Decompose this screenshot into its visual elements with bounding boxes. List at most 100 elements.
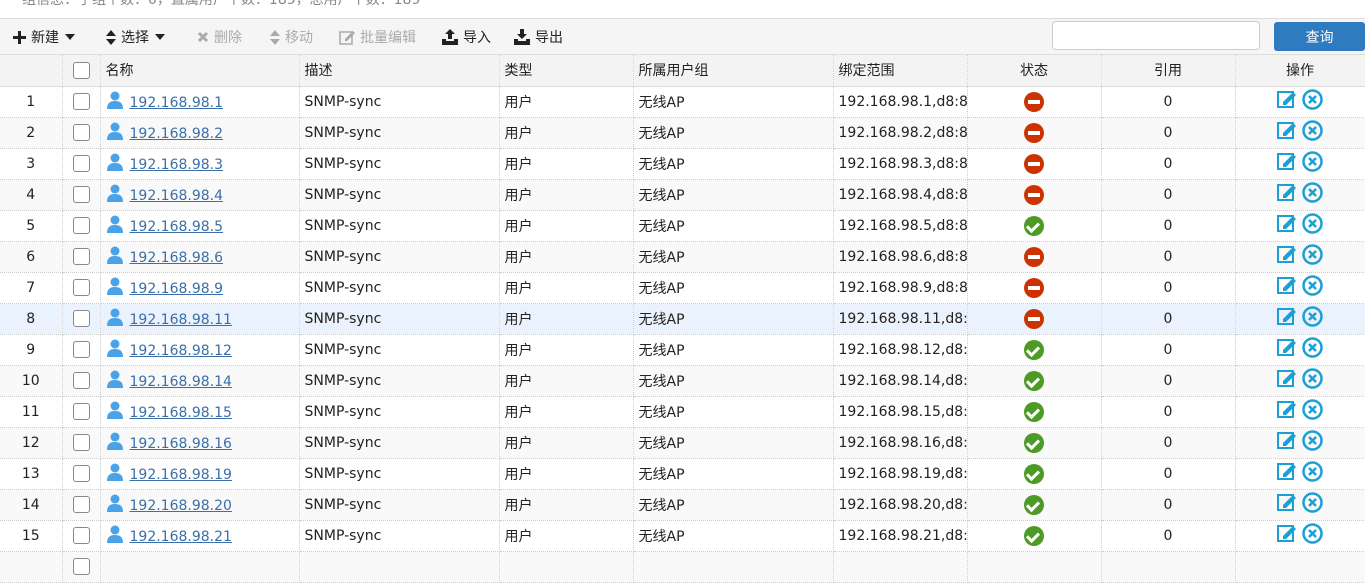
- table-row[interactable]: 1 192.168.98.1 SNMP-sync 用户 无线AP 192.168…: [0, 86, 1365, 118]
- row-checkbox[interactable]: [62, 179, 101, 211]
- user-link[interactable]: 192.168.98.16: [130, 436, 232, 452]
- header-description[interactable]: 描述: [299, 55, 500, 87]
- delete-circle-icon[interactable]: [1302, 368, 1323, 393]
- disabled-minus-icon[interactable]: [1024, 277, 1044, 298]
- move-button[interactable]: 移动: [270, 27, 313, 47]
- header-status[interactable]: 状态: [967, 55, 1102, 87]
- header-name[interactable]: 名称: [100, 55, 300, 87]
- table-row[interactable]: 15 192.168.98.21 SNMP-sync 用户 无线AP 192.1…: [0, 520, 1365, 552]
- delete-circle-icon[interactable]: [1302, 275, 1323, 300]
- enabled-check-icon[interactable]: [1024, 463, 1044, 484]
- disabled-minus-icon[interactable]: [1024, 246, 1044, 267]
- delete-circle-icon[interactable]: [1302, 151, 1323, 176]
- status-cell[interactable]: [967, 427, 1102, 459]
- status-cell[interactable]: [967, 489, 1102, 521]
- enabled-check-icon[interactable]: [1024, 525, 1044, 546]
- table-row[interactable]: 6 192.168.98.6 SNMP-sync 用户 无线AP 192.168…: [0, 241, 1365, 273]
- delete-circle-icon[interactable]: [1302, 182, 1323, 207]
- delete-circle-icon[interactable]: [1302, 492, 1323, 517]
- status-cell[interactable]: [967, 334, 1102, 366]
- row-checkbox[interactable]: [62, 303, 101, 335]
- user-link[interactable]: 192.168.98.15: [130, 405, 232, 421]
- row-checkbox[interactable]: [62, 210, 101, 242]
- edit-icon[interactable]: [1277, 523, 1297, 548]
- table-row[interactable]: 2 192.168.98.2 SNMP-sync 用户 无线AP 192.168…: [0, 117, 1365, 149]
- edit-icon[interactable]: [1277, 151, 1297, 176]
- header-range[interactable]: 绑定范围: [833, 55, 968, 87]
- user-link[interactable]: 192.168.98.6: [130, 250, 224, 266]
- query-button[interactable]: 查询: [1274, 22, 1365, 51]
- status-cell[interactable]: [967, 520, 1102, 552]
- edit-icon[interactable]: [1277, 244, 1297, 269]
- enabled-check-icon[interactable]: [1024, 494, 1044, 515]
- disabled-minus-icon[interactable]: [1024, 184, 1044, 205]
- edit-icon[interactable]: [1277, 461, 1297, 486]
- status-cell[interactable]: [967, 210, 1102, 242]
- user-link[interactable]: 192.168.98.2: [130, 126, 224, 142]
- row-checkbox[interactable]: [62, 365, 101, 397]
- batch-edit-button[interactable]: 批量编辑: [339, 27, 416, 47]
- row-checkbox[interactable]: [62, 551, 101, 583]
- delete-circle-icon[interactable]: [1302, 244, 1323, 269]
- delete-circle-icon[interactable]: [1302, 399, 1323, 424]
- delete-circle-icon[interactable]: [1302, 89, 1323, 114]
- user-link[interactable]: 192.168.98.19: [130, 467, 232, 483]
- edit-icon[interactable]: [1277, 368, 1297, 393]
- new-button[interactable]: 新建: [13, 27, 76, 47]
- status-cell[interactable]: [967, 179, 1102, 211]
- row-checkbox[interactable]: [62, 458, 101, 490]
- table-row[interactable]: 12 192.168.98.16 SNMP-sync 用户 无线AP 192.1…: [0, 427, 1365, 459]
- edit-icon[interactable]: [1277, 430, 1297, 455]
- row-checkbox[interactable]: [62, 117, 101, 149]
- table-row[interactable]: 13 192.168.98.19 SNMP-sync 用户 无线AP 192.1…: [0, 458, 1365, 490]
- row-checkbox[interactable]: [62, 86, 101, 118]
- row-checkbox[interactable]: [62, 489, 101, 521]
- delete-circle-icon[interactable]: [1302, 430, 1323, 455]
- delete-circle-icon[interactable]: [1302, 461, 1323, 486]
- disabled-minus-icon[interactable]: [1024, 122, 1044, 143]
- edit-icon[interactable]: [1277, 306, 1297, 331]
- status-cell[interactable]: [967, 117, 1102, 149]
- user-link[interactable]: 192.168.98.20: [130, 498, 232, 514]
- status-cell[interactable]: [967, 458, 1102, 490]
- status-cell[interactable]: [967, 86, 1102, 118]
- delete-circle-icon[interactable]: [1302, 120, 1323, 145]
- user-link[interactable]: 192.168.98.12: [130, 343, 232, 359]
- delete-circle-icon[interactable]: [1302, 523, 1323, 548]
- delete-circle-icon[interactable]: [1302, 337, 1323, 362]
- status-cell[interactable]: [967, 303, 1102, 335]
- status-cell[interactable]: [967, 272, 1102, 304]
- delete-button[interactable]: 删除: [197, 27, 242, 47]
- row-checkbox[interactable]: [62, 272, 101, 304]
- row-checkbox[interactable]: [62, 427, 101, 459]
- row-checkbox[interactable]: [62, 520, 101, 552]
- user-link[interactable]: 192.168.98.14: [130, 374, 232, 390]
- select-button[interactable]: 选择: [106, 27, 166, 47]
- disabled-minus-icon[interactable]: [1024, 308, 1044, 329]
- enabled-check-icon[interactable]: [1024, 215, 1044, 236]
- status-cell[interactable]: [967, 241, 1102, 273]
- edit-icon[interactable]: [1277, 182, 1297, 207]
- user-link[interactable]: 192.168.98.9: [130, 281, 224, 297]
- table-row[interactable]: 14 192.168.98.20 SNMP-sync 用户 无线AP 192.1…: [0, 489, 1365, 521]
- edit-icon[interactable]: [1277, 337, 1297, 362]
- row-checkbox[interactable]: [62, 334, 101, 366]
- edit-icon[interactable]: [1277, 213, 1297, 238]
- table-row[interactable]: 5 192.168.98.5 SNMP-sync 用户 无线AP 192.168…: [0, 210, 1365, 242]
- row-checkbox[interactable]: [62, 148, 101, 180]
- enabled-check-icon[interactable]: [1024, 370, 1044, 391]
- edit-icon[interactable]: [1277, 399, 1297, 424]
- user-link[interactable]: 192.168.98.3: [130, 157, 224, 173]
- table-row[interactable]: 9 192.168.98.12 SNMP-sync 用户 无线AP 192.16…: [0, 334, 1365, 366]
- disabled-minus-icon[interactable]: [1024, 91, 1044, 112]
- user-link[interactable]: 192.168.98.1: [130, 95, 224, 111]
- import-button[interactable]: 导入: [442, 27, 491, 47]
- table-row[interactable]: 7 192.168.98.9 SNMP-sync 用户 无线AP 192.168…: [0, 272, 1365, 304]
- disabled-minus-icon[interactable]: [1024, 153, 1044, 174]
- enabled-check-icon[interactable]: [1024, 432, 1044, 453]
- table-row[interactable]: 3 192.168.98.3 SNMP-sync 用户 无线AP 192.168…: [0, 148, 1365, 180]
- edit-icon[interactable]: [1277, 492, 1297, 517]
- table-row[interactable]: 4 192.168.98.4 SNMP-sync 用户 无线AP 192.168…: [0, 179, 1365, 211]
- header-reference[interactable]: 引用: [1101, 55, 1236, 87]
- delete-circle-icon[interactable]: [1302, 306, 1323, 331]
